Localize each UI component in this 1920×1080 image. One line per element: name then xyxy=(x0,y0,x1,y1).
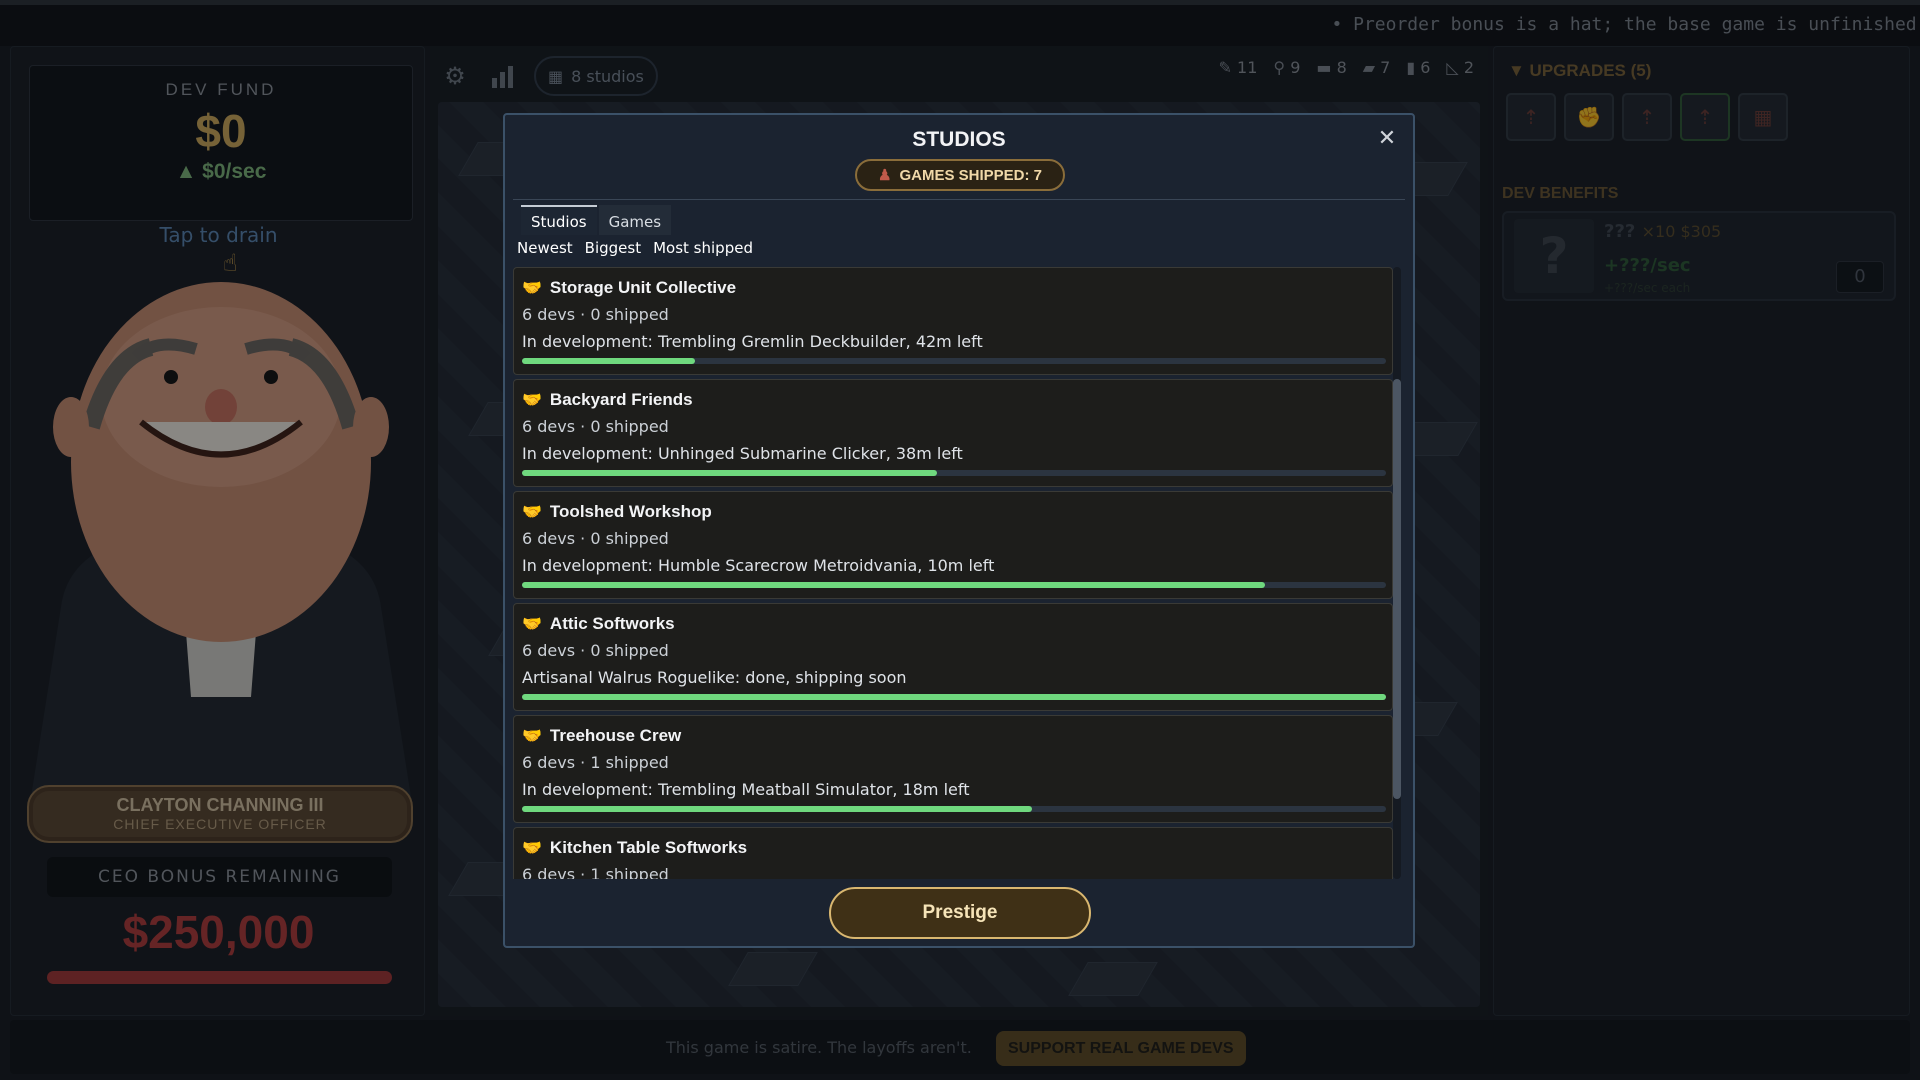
progress-fill xyxy=(522,358,695,364)
sort-newest[interactable]: Newest xyxy=(517,239,573,257)
studio-card[interactable]: 🤝 Kitchen Table Softworks 6 devs · 1 ship… xyxy=(513,827,1393,879)
games-shipped-text: GAMES SHIPPED: 7 xyxy=(899,166,1042,184)
studio-name: Storage Unit Collective xyxy=(549,278,737,297)
progress-track xyxy=(522,694,1386,700)
studio-development: Artisanal Walrus Roguelike: done, shippi… xyxy=(522,668,907,687)
sort-biggest[interactable]: Biggest xyxy=(585,239,641,257)
sort-options: Newest Biggest Most shipped xyxy=(517,239,753,257)
progress-track xyxy=(522,470,1386,476)
tab-studios[interactable]: Studios xyxy=(521,205,597,235)
tab-games[interactable]: Games xyxy=(598,205,672,235)
studio-name: Backyard Friends xyxy=(549,390,693,409)
joystick-icon: ♟ xyxy=(878,167,892,184)
studio-development: In development: Trembling Meatball Simul… xyxy=(522,780,970,799)
progress-fill xyxy=(522,470,937,476)
studio-list[interactable]: 🤝 Storage Unit Collective 6 devs · 0 ship… xyxy=(513,267,1405,879)
studio-name: Kitchen Table Softworks xyxy=(549,838,748,857)
studio-meta: 6 devs · 1 shipped xyxy=(522,865,669,879)
studio-card[interactable]: 🤝 Backyard Friends 6 devs · 0 shipped In … xyxy=(513,379,1393,487)
games-shipped-badge: ♟ GAMES SHIPPED: 7 xyxy=(855,159,1065,191)
studio-card[interactable]: 🤝 Storage Unit Collective 6 devs · 0 ship… xyxy=(513,267,1393,375)
handshake-icon: 🤝 xyxy=(522,392,542,409)
studio-development: In development: Trembling Gremlin Deckbu… xyxy=(522,332,983,351)
studio-name: Toolshed Workshop xyxy=(549,502,712,521)
studio-card[interactable]: 🤝 Attic Softworks 6 devs · 0 shipped Arti… xyxy=(513,603,1393,711)
studio-development: In development: Unhinged Submarine Click… xyxy=(522,444,963,463)
studios-modal: STUDIOS ✕ ♟ GAMES SHIPPED: 7 Studios Gam… xyxy=(503,113,1415,948)
studio-development: In development: Humble Scarecrow Metroid… xyxy=(522,556,995,575)
studio-card[interactable]: 🤝 Treehouse Crew 6 devs · 1 shipped In de… xyxy=(513,715,1393,823)
studio-list-scrollbar[interactable] xyxy=(1393,267,1401,879)
handshake-icon: 🤝 xyxy=(522,728,542,745)
handshake-icon: 🤝 xyxy=(522,504,542,521)
handshake-icon: 🤝 xyxy=(522,840,542,857)
studio-meta: 6 devs · 0 shipped xyxy=(522,641,669,660)
sort-most-shipped[interactable]: Most shipped xyxy=(653,239,753,257)
progress-track xyxy=(522,358,1386,364)
studio-meta: 6 devs · 1 shipped xyxy=(522,753,669,772)
progress-track xyxy=(522,806,1386,812)
progress-fill xyxy=(522,694,1386,700)
progress-fill xyxy=(522,806,1032,812)
modal-tabs: Studios Games xyxy=(521,205,672,235)
progress-track xyxy=(522,582,1386,588)
prestige-button[interactable]: Prestige xyxy=(829,887,1091,939)
progress-fill xyxy=(522,582,1266,588)
handshake-icon: 🤝 xyxy=(522,280,542,297)
divider xyxy=(513,199,1405,200)
studio-meta: 6 devs · 0 shipped xyxy=(522,305,669,324)
studio-card[interactable]: 🤝 Toolshed Workshop 6 devs · 0 shipped In… xyxy=(513,491,1393,599)
studio-meta: 6 devs · 0 shipped xyxy=(522,417,669,436)
scrollbar-thumb[interactable] xyxy=(1393,379,1401,799)
handshake-icon: 🤝 xyxy=(522,616,542,633)
close-icon[interactable]: ✕ xyxy=(1373,125,1401,153)
studio-name: Attic Softworks xyxy=(549,614,675,633)
studio-name: Treehouse Crew xyxy=(549,726,682,745)
modal-title: STUDIOS xyxy=(912,128,1006,151)
studio-meta: 6 devs · 0 shipped xyxy=(522,529,669,548)
